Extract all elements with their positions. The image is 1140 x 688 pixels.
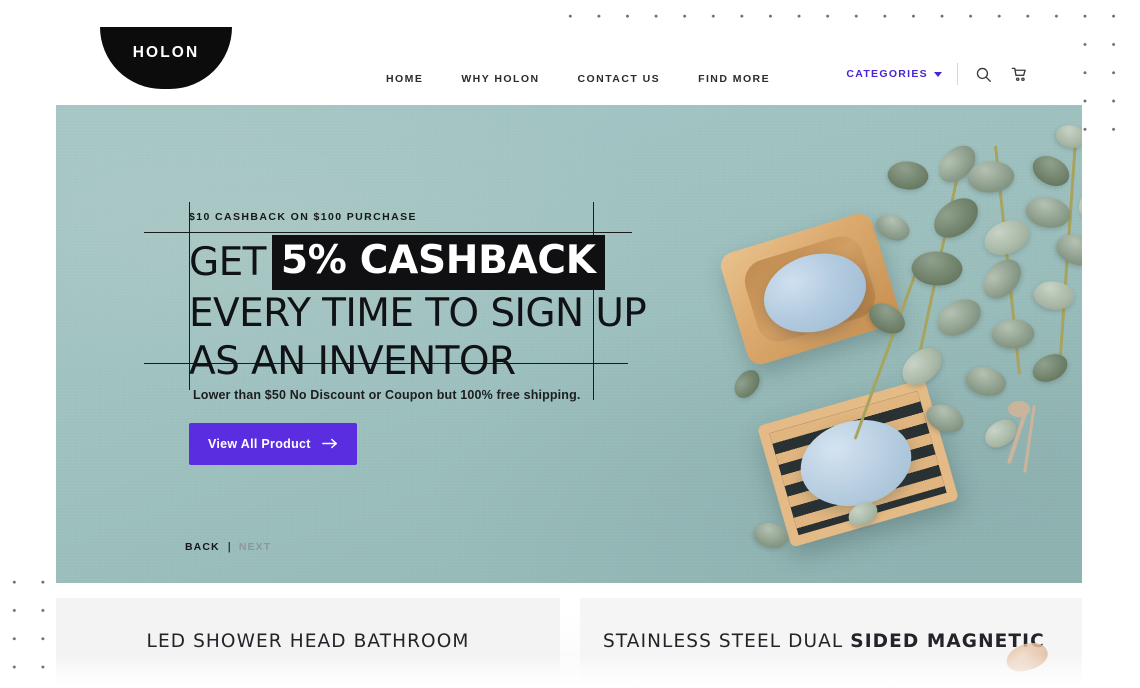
eucalyptus-leaf: [927, 192, 985, 244]
cart-icon[interactable]: [1010, 65, 1029, 83]
eucalyptus-leaf: [1021, 189, 1075, 236]
hero-subtext: Lower than $50 No Discount or Coupon but…: [193, 388, 581, 402]
hero-headline-line-2: EVERY TIME TO SIGN UP: [189, 291, 647, 336]
nav-item-contact-us[interactable]: CONTACT US: [578, 67, 661, 91]
product-cards-row: LED SHOWER HEAD BATHROOM STAINLESS STEEL…: [56, 598, 1082, 688]
screenshot-root: HOLON HOME WHY HOLON CONTACT US FIND MOR…: [0, 0, 1140, 688]
categories-label: CATEGORIES: [846, 68, 928, 80]
product-card-led-shower-head[interactable]: LED SHOWER HEAD BATHROOM: [56, 598, 560, 688]
product-card-title: LED SHOWER HEAD BATHROOM: [146, 631, 470, 652]
header-actions: CATEGORIES: [846, 63, 1029, 85]
eucalyptus-leaf: [981, 217, 1033, 258]
nav-item-why-holon[interactable]: WHY HOLON: [461, 67, 539, 91]
hero-slider-controls: BACK | NEXT: [185, 541, 271, 553]
hero-rule-horizontal-top: [144, 232, 632, 234]
nav-item-find-more[interactable]: FIND MORE: [698, 67, 770, 91]
brand-logo-text: HOLON: [132, 44, 200, 61]
product-card-title: STAINLESS STEEL DUAL SIDED MAGNETIC: [580, 631, 1082, 652]
hero-headline: GET 5% CASHBACK EVERY TIME TO SIGN UP AS…: [189, 235, 659, 386]
search-icon[interactable]: [975, 66, 992, 83]
hero-product-photo: [636, 105, 1082, 583]
eucalyptus-leaf: [1052, 119, 1082, 154]
eucalyptus-leaf: [932, 295, 986, 340]
eucalyptus-leaf-loose: [728, 365, 766, 403]
site-header: HOLON HOME WHY HOLON CONTACT US FIND MOR…: [56, 27, 1082, 105]
nav-item-home[interactable]: HOME: [386, 67, 423, 91]
eucalyptus-leaf: [884, 155, 932, 196]
chevron-down-icon: [934, 72, 942, 77]
main-navigation: HOME WHY HOLON CONTACT US FIND MORE: [386, 67, 770, 91]
hero-headline-get: GET: [189, 239, 266, 285]
twine-knot: [1008, 401, 1030, 417]
arrow-right-icon: [321, 437, 338, 452]
eucalyptus-leaf: [1027, 147, 1075, 195]
categories-dropdown[interactable]: CATEGORIES: [846, 68, 942, 80]
header-divider: [957, 63, 958, 85]
view-all-product-label: View All Product: [208, 437, 311, 451]
hero-headline-highlight: 5% CASHBACK: [271, 235, 605, 290]
hero-headline-line-1: GET 5% CASHBACK: [189, 235, 659, 290]
slider-separator: |: [227, 541, 231, 553]
product-card-stainless-steel-magnetic[interactable]: STAINLESS STEEL DUAL SIDED MAGNETIC: [580, 598, 1082, 688]
slider-back-button[interactable]: BACK: [185, 541, 220, 553]
eucalyptus-leaf: [908, 245, 966, 292]
eucalyptus-leaf: [1030, 275, 1078, 316]
product-card-title-plain: STAINLESS STEEL DUAL: [603, 631, 851, 652]
view-all-product-button[interactable]: View All Product: [189, 423, 357, 465]
brand-logo[interactable]: HOLON: [100, 27, 232, 89]
eucalyptus-leaf: [961, 359, 1011, 404]
hero-eyebrow: $10 CASHBACK ON $100 PURCHASE: [189, 211, 417, 223]
eucalyptus-leaf: [1029, 351, 1071, 385]
eucalyptus-leaf: [989, 315, 1037, 353]
hero-banner: $10 CASHBACK ON $100 PURCHASE GET 5% CAS…: [56, 105, 1082, 583]
slider-next-button[interactable]: NEXT: [239, 541, 271, 553]
eucalyptus-leaf: [974, 253, 1030, 305]
hero-headline-line-3: AS AN INVENTOR: [189, 339, 516, 384]
